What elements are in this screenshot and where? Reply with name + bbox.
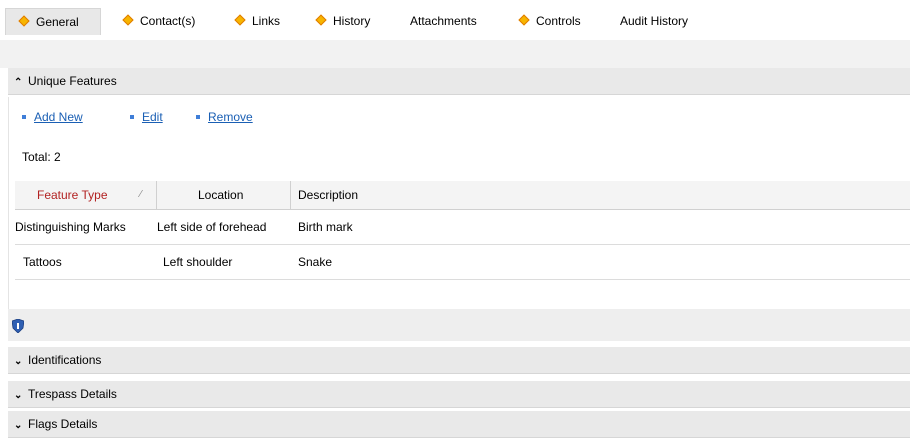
table-row[interactable]: Distinguishing Marks Left side of forehe… bbox=[15, 210, 910, 245]
tab-attachments[interactable]: Attachments bbox=[410, 8, 477, 35]
diamond-icon bbox=[18, 15, 30, 27]
toolbar-strip bbox=[0, 40, 910, 68]
section-header-unique-features[interactable]: ⌃ Unique Features bbox=[8, 68, 910, 95]
bullet-icon bbox=[130, 115, 134, 119]
section-header-identifications[interactable]: ⌄ Identifications bbox=[8, 347, 910, 374]
sort-icon: ⁄ bbox=[140, 189, 142, 200]
total-count: Total: 2 bbox=[22, 150, 61, 164]
tab-audit-history[interactable]: Audit History bbox=[620, 8, 688, 35]
section-header-trespass-details[interactable]: ⌄ Trespass Details bbox=[8, 381, 910, 408]
diamond-icon bbox=[518, 14, 530, 26]
column-header-location[interactable]: Location bbox=[157, 181, 291, 210]
tab-bar: General Contact(s) Links History Attachm… bbox=[0, 0, 910, 40]
shield-icon[interactable] bbox=[12, 319, 24, 333]
diamond-icon bbox=[234, 14, 246, 26]
column-header-feature-type[interactable]: Feature Type ⁄ bbox=[15, 181, 157, 210]
tab-controls[interactable]: Controls bbox=[518, 8, 581, 35]
tab-history[interactable]: History bbox=[315, 8, 370, 35]
remove-link[interactable]: Remove bbox=[196, 110, 253, 124]
chevron-down-icon: ⌄ bbox=[14, 420, 23, 431]
column-header-description[interactable]: Description bbox=[291, 181, 910, 210]
diamond-icon bbox=[315, 14, 327, 26]
add-new-link[interactable]: Add New bbox=[22, 110, 83, 124]
tab-general[interactable]: General bbox=[5, 8, 101, 35]
edit-link[interactable]: Edit bbox=[130, 110, 163, 124]
section-header-flags-details[interactable]: ⌄ Flags Details bbox=[8, 411, 910, 438]
chevron-down-icon: ⌄ bbox=[14, 390, 23, 401]
bullet-icon bbox=[196, 115, 200, 119]
chevron-up-icon: ⌃ bbox=[14, 77, 23, 88]
table-row[interactable]: Tattoos Left shoulder Snake bbox=[15, 245, 910, 280]
tab-links[interactable]: Links bbox=[234, 8, 280, 35]
chevron-down-icon: ⌄ bbox=[14, 356, 23, 367]
tab-contacts[interactable]: Contact(s) bbox=[122, 8, 195, 35]
bullet-icon bbox=[22, 115, 26, 119]
grid-footer bbox=[8, 309, 910, 341]
diamond-icon bbox=[122, 14, 134, 26]
